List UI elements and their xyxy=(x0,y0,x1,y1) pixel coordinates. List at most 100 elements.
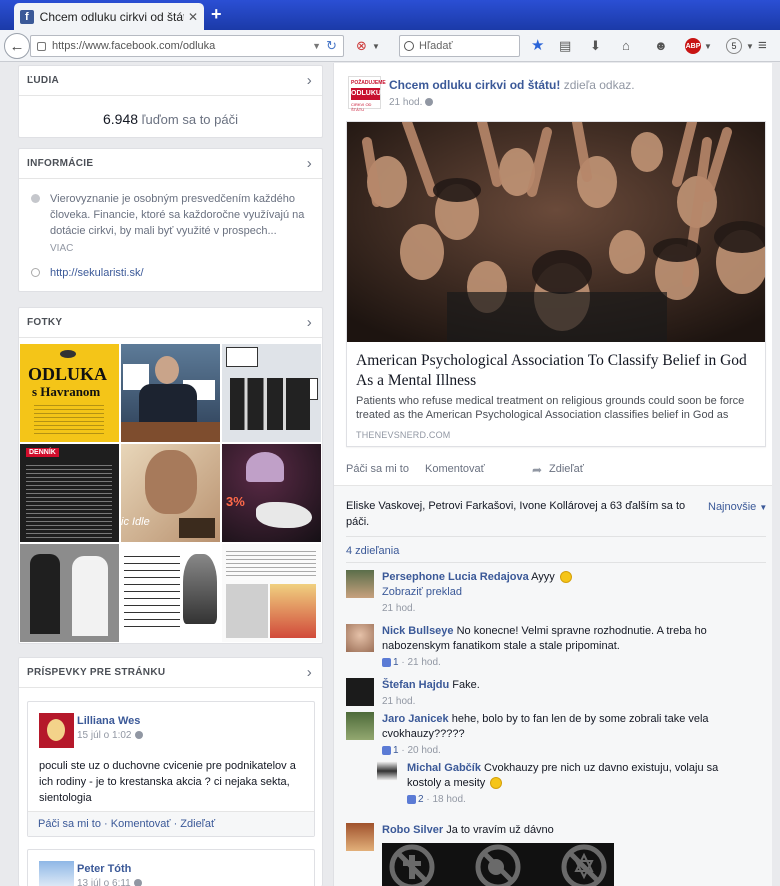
photo-odluka-havran[interactable]: ODLUKA s Havranom xyxy=(20,344,119,442)
globe-icon xyxy=(425,98,434,107)
back-arrow-icon[interactable]: ← xyxy=(4,33,30,59)
new-tab-plus-icon[interactable]: + xyxy=(211,5,222,23)
comment-link[interactable]: Komentovať xyxy=(425,463,485,475)
comment-author[interactable]: Michal Gabčík xyxy=(407,762,481,774)
browser-tab-bar: f Chcem odluku cirkvi od štátu! ... ✕ + xyxy=(0,0,780,30)
page-post-card: Lilliana Wes 15 júl o 1:02 poculi ste uz… xyxy=(27,701,315,837)
avatar[interactable] xyxy=(346,570,374,598)
link-image[interactable] xyxy=(347,122,765,342)
comment-time[interactable]: 18 hod. xyxy=(432,794,465,805)
like-thumb-icon xyxy=(382,657,391,667)
adblock-dropdown-icon[interactable]: ▼ xyxy=(704,42,712,51)
face-shape xyxy=(145,450,197,514)
page-name-link[interactable]: Chcem odluku cirkvi od štátu! xyxy=(389,78,560,92)
avatar[interactable] xyxy=(377,761,397,781)
person-shape xyxy=(30,554,60,634)
page-scrollbar[interactable] xyxy=(772,63,780,886)
comment-author[interactable]: Jaro Janicek xyxy=(382,713,449,725)
chevron-right-icon[interactable]: › xyxy=(307,72,312,89)
home-icon[interactable]: ⌂ xyxy=(622,38,630,53)
people-box: ĽUDIA › 6.948 ľuďom sa to páči xyxy=(18,65,323,138)
comment-author[interactable]: Nick Bullseye xyxy=(382,625,454,637)
adblock-icon[interactable]: ABP xyxy=(685,38,701,54)
link-title[interactable]: American Psychological Association To Cl… xyxy=(356,351,760,391)
person-shape xyxy=(72,556,108,636)
website-link[interactable]: http://sekularisti.sk/ xyxy=(50,265,144,281)
photo-caption: ic Idle xyxy=(121,516,150,528)
people-header[interactable]: ĽUDIA › xyxy=(19,66,322,96)
comment-like-count[interactable]: 1 xyxy=(393,657,399,668)
comment-time[interactable]: 21 hod. xyxy=(407,657,440,668)
image-shape xyxy=(226,584,268,638)
story-time[interactable]: 21 hod. xyxy=(389,97,434,108)
comment-time[interactable]: 20 hod. xyxy=(407,745,440,756)
avatar[interactable] xyxy=(39,713,74,748)
avatar[interactable] xyxy=(346,712,374,740)
avatar[interactable] xyxy=(346,624,374,652)
posts-header[interactable]: PRÍSPEVKY PRE STRÁNKU › xyxy=(19,658,322,688)
info-icon xyxy=(31,194,40,203)
avatar[interactable] xyxy=(346,823,374,851)
post-actions[interactable]: Páči sa mi to · Komentovať · Zdieľať xyxy=(28,811,314,836)
comment-author[interactable]: Robo Silver xyxy=(382,824,443,836)
chevron-right-icon[interactable]: › xyxy=(307,155,312,172)
photo-dennik-article[interactable]: DENNÍK xyxy=(20,444,119,542)
download-icon[interactable]: ⬇ xyxy=(590,38,601,54)
post-author[interactable]: Peter Tóth xyxy=(77,863,131,875)
comment-image[interactable] xyxy=(382,843,614,886)
photo-press-conference[interactable] xyxy=(121,344,220,442)
url-dropdown-icon[interactable]: ▼ xyxy=(312,41,321,51)
search-input[interactable]: Hľadať xyxy=(399,35,520,57)
bookmarks-list-icon[interactable]: ▤ xyxy=(559,38,571,54)
extension-dropdown-icon[interactable]: ▼ xyxy=(746,42,754,51)
likers-sentence[interactable]: Eliske Vaskovej, Petrovi Farkašovi, Ivon… xyxy=(346,498,691,530)
chevron-right-icon[interactable]: › xyxy=(307,664,312,681)
info-header[interactable]: INFORMÁCIE › xyxy=(19,149,322,179)
text-lines-decoration xyxy=(34,402,104,434)
dropdown-arrow-icon[interactable]: ▼ xyxy=(372,42,380,51)
chat-icon[interactable]: ☻ xyxy=(654,38,668,53)
tab-close-icon[interactable]: ✕ xyxy=(188,10,198,24)
posts-header-label: PRÍSPEVKY PRE STRÁNKU xyxy=(27,667,166,678)
comment-like-count[interactable]: 1 xyxy=(393,745,399,756)
no-script-icon[interactable]: ⊗ xyxy=(356,38,367,54)
photo-politicians[interactable] xyxy=(222,344,321,442)
menu-icon[interactable]: ≡ xyxy=(758,37,767,54)
photo-crown-map[interactable]: 3% xyxy=(222,444,321,542)
page-logo[interactable]: POŽADUJEME ODLUKU CIRKVI OD ŠTÁTU xyxy=(348,76,386,112)
post-date[interactable]: 15 júl o 1:02 xyxy=(77,730,143,741)
bookmark-star-icon[interactable]: ★ xyxy=(531,36,544,54)
browser-tab[interactable]: f Chcem odluku cirkvi od štátu! ... ✕ xyxy=(14,3,204,30)
avatar[interactable] xyxy=(39,861,74,886)
photo-news-post[interactable] xyxy=(222,544,321,642)
photo-eric-idle[interactable]: ic Idle xyxy=(121,444,220,542)
photo-pope[interactable] xyxy=(20,544,119,642)
see-translation-link[interactable]: Zobraziť preklad xyxy=(382,586,462,598)
chevron-right-icon[interactable]: › xyxy=(307,314,312,331)
shares-link[interactable]: 4 zdieľania xyxy=(346,545,399,557)
url-bar[interactable]: https://www.facebook.com/odluka ▼ ↻ xyxy=(30,35,344,57)
tab-title: Chcem odluku cirkvi od štátu! ... xyxy=(39,9,184,24)
comment-author[interactable]: Persephone Lucia Redajova xyxy=(382,571,529,583)
post-date[interactable]: 13 júl o 6:11 xyxy=(77,878,142,886)
comment-time[interactable]: 21 hod. xyxy=(382,603,415,614)
comment-like-count[interactable]: 2 xyxy=(418,794,424,805)
like-link[interactable]: Páči sa mi to xyxy=(346,463,409,475)
extension-badge[interactable]: 5 xyxy=(726,38,742,54)
avatar[interactable] xyxy=(346,678,374,706)
info-more-link[interactable]: VIAC xyxy=(19,239,322,254)
comment-author[interactable]: Štefan Hajdu xyxy=(382,679,449,691)
photo-quote[interactable] xyxy=(121,544,220,642)
globe-icon xyxy=(31,268,40,277)
desk-shape xyxy=(121,422,220,442)
info-box: INFORMÁCIE › Vierovyznanie je osobným pr… xyxy=(18,148,323,292)
shared-link-card[interactable]: American Psychological Association To Cl… xyxy=(346,121,766,447)
reload-icon[interactable]: ↻ xyxy=(326,38,337,54)
people-group-shape xyxy=(230,378,310,430)
comment-time[interactable]: 21 hod. xyxy=(382,696,415,707)
photos-header[interactable]: FOTKY › xyxy=(19,308,322,338)
post-date-text: 15 júl o 1:02 xyxy=(77,730,132,741)
post-author[interactable]: Lilliana Wes xyxy=(77,715,140,727)
sort-dropdown[interactable]: Najnovšie ▼ xyxy=(708,501,767,513)
share-link[interactable]: Zdieľať xyxy=(549,463,584,475)
